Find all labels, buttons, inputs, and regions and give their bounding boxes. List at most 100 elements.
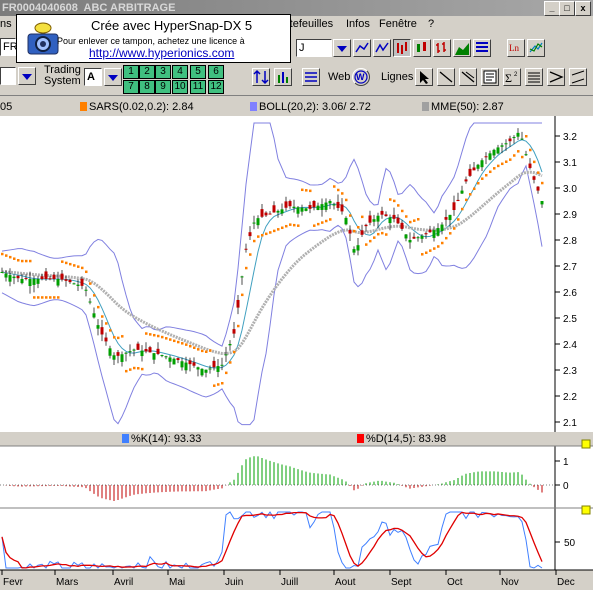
angle-tool-button[interactable]	[547, 68, 565, 86]
candle-body	[256, 218, 260, 226]
candle-body	[384, 214, 388, 217]
candle-body	[12, 276, 16, 279]
candle-body	[148, 347, 152, 353]
sar-dot	[505, 160, 508, 163]
sar-dot	[473, 187, 476, 191]
text-tool-button[interactable]	[481, 68, 499, 86]
ohlc-button[interactable]	[433, 39, 451, 57]
candle-body	[496, 147, 500, 154]
menu-item-fenetre[interactable]: Fenêtre	[379, 18, 417, 30]
sort-button[interactable]	[252, 68, 270, 86]
sar-dot	[509, 158, 512, 161]
pointer-tool-button[interactable]	[415, 68, 433, 86]
candle-body	[252, 222, 256, 224]
candle-body	[232, 329, 236, 334]
candle-body	[368, 215, 372, 223]
formula-tool-button[interactable]: Σ2	[503, 68, 521, 86]
stochastic-marker[interactable]	[581, 505, 591, 515]
candle-body	[204, 369, 208, 373]
sar-dot	[221, 382, 224, 385]
lignes-label: Lignes	[381, 71, 414, 83]
channel-tool-button[interactable]	[569, 68, 587, 86]
price-tick: 3.0	[563, 184, 577, 195]
candle-body	[188, 360, 192, 365]
candlestick-button[interactable]	[413, 39, 431, 57]
menu-item-portefeuilles[interactable]: rtefeuilles	[286, 18, 333, 30]
minimize-button[interactable]: _	[544, 1, 560, 16]
number-button-1[interactable]: 1	[123, 65, 139, 79]
price-chart[interactable]: 3.2 3.1 3.0 2.9 2.8 2.7 2.6 2.5 2.4 2.3 2.2 2.1 %K(…	[0, 96, 593, 590]
svg-text:2: 2	[514, 72, 518, 78]
compare-button[interactable]	[527, 39, 545, 57]
line-chart-button[interactable]	[353, 39, 371, 57]
month-label: Oct	[447, 577, 463, 588]
symbol-combo[interactable]: FR	[0, 38, 18, 56]
candle-body	[436, 228, 440, 236]
sar-dot	[1, 252, 4, 256]
bars-settings-button[interactable]	[274, 68, 292, 86]
maximize-button[interactable]: □	[559, 1, 575, 16]
number-button-12[interactable]: 12	[208, 80, 224, 94]
log-scale-button[interactable]: Ln	[507, 39, 525, 57]
candle-body	[308, 205, 312, 209]
stamp-link[interactable]: http://www.hyperionics.com	[89, 46, 234, 60]
sar-dot	[33, 296, 36, 299]
sar-dot	[189, 344, 192, 348]
volume-button[interactable]	[473, 39, 491, 57]
candle-body	[248, 232, 252, 237]
number-button-2[interactable]: 2	[139, 65, 155, 79]
hlines-tool-button[interactable]	[525, 68, 543, 86]
sar-dot	[105, 322, 108, 325]
sar-dot	[341, 192, 344, 195]
candle-body	[508, 138, 512, 142]
lines-icon	[305, 72, 317, 82]
menu-item-infos[interactable]: Infos	[346, 18, 370, 30]
candle-body	[276, 210, 280, 213]
number-button-4[interactable]: 4	[172, 65, 188, 79]
zoom-dropdown-button[interactable]	[18, 67, 36, 85]
lines-list-button[interactable]	[302, 68, 320, 86]
menu-item-help[interactable]: ?	[428, 18, 434, 30]
sar-dot	[521, 155, 524, 159]
candle-body	[312, 200, 316, 208]
sar-dot	[425, 251, 428, 254]
number-button-3[interactable]: 3	[155, 65, 171, 79]
web-button[interactable]: W	[352, 68, 370, 86]
area-chart-button[interactable]	[453, 39, 471, 57]
number-button-8[interactable]: 8	[139, 80, 155, 94]
number-button-6[interactable]: 6	[208, 65, 224, 79]
number-button-7[interactable]: 7	[123, 80, 139, 94]
zoom-combo[interactable]	[0, 67, 16, 85]
number-button-10[interactable]: 10	[172, 80, 188, 94]
trading-system-combo[interactable]: A	[84, 68, 102, 86]
menu-item-ns[interactable]: ns	[0, 18, 12, 30]
candle-body	[424, 233, 428, 235]
candle-body	[488, 153, 492, 160]
sar-dot	[333, 185, 336, 188]
number-button-5[interactable]: 5	[190, 65, 206, 79]
sar-dot	[177, 340, 180, 344]
candle-body	[412, 236, 416, 239]
sar-dot	[49, 296, 52, 299]
close-button[interactable]: x	[575, 1, 591, 16]
candle-body	[480, 160, 484, 168]
number-button-11[interactable]: 11	[190, 80, 206, 94]
candle-body	[516, 132, 520, 137]
period-combo[interactable]: J	[296, 39, 332, 57]
sar-dot	[205, 350, 208, 353]
line-tool-button[interactable]	[437, 68, 455, 86]
trendline-tool-button[interactable]	[459, 68, 477, 86]
candle-body	[492, 149, 496, 156]
curve-chart-button[interactable]	[373, 39, 391, 57]
candle-body	[304, 208, 308, 211]
ts-dropdown-button[interactable]	[104, 68, 122, 86]
sar-dot	[133, 366, 136, 370]
number-button-9[interactable]: 9	[155, 80, 171, 94]
oscillator-marker[interactable]	[581, 439, 591, 449]
sar-dot	[297, 224, 300, 227]
bar-chart-button[interactable]	[393, 39, 411, 57]
period-dropdown-button[interactable]	[333, 39, 351, 57]
candle-body	[124, 352, 128, 354]
candle-body	[352, 249, 356, 253]
sar-dot	[141, 367, 144, 371]
